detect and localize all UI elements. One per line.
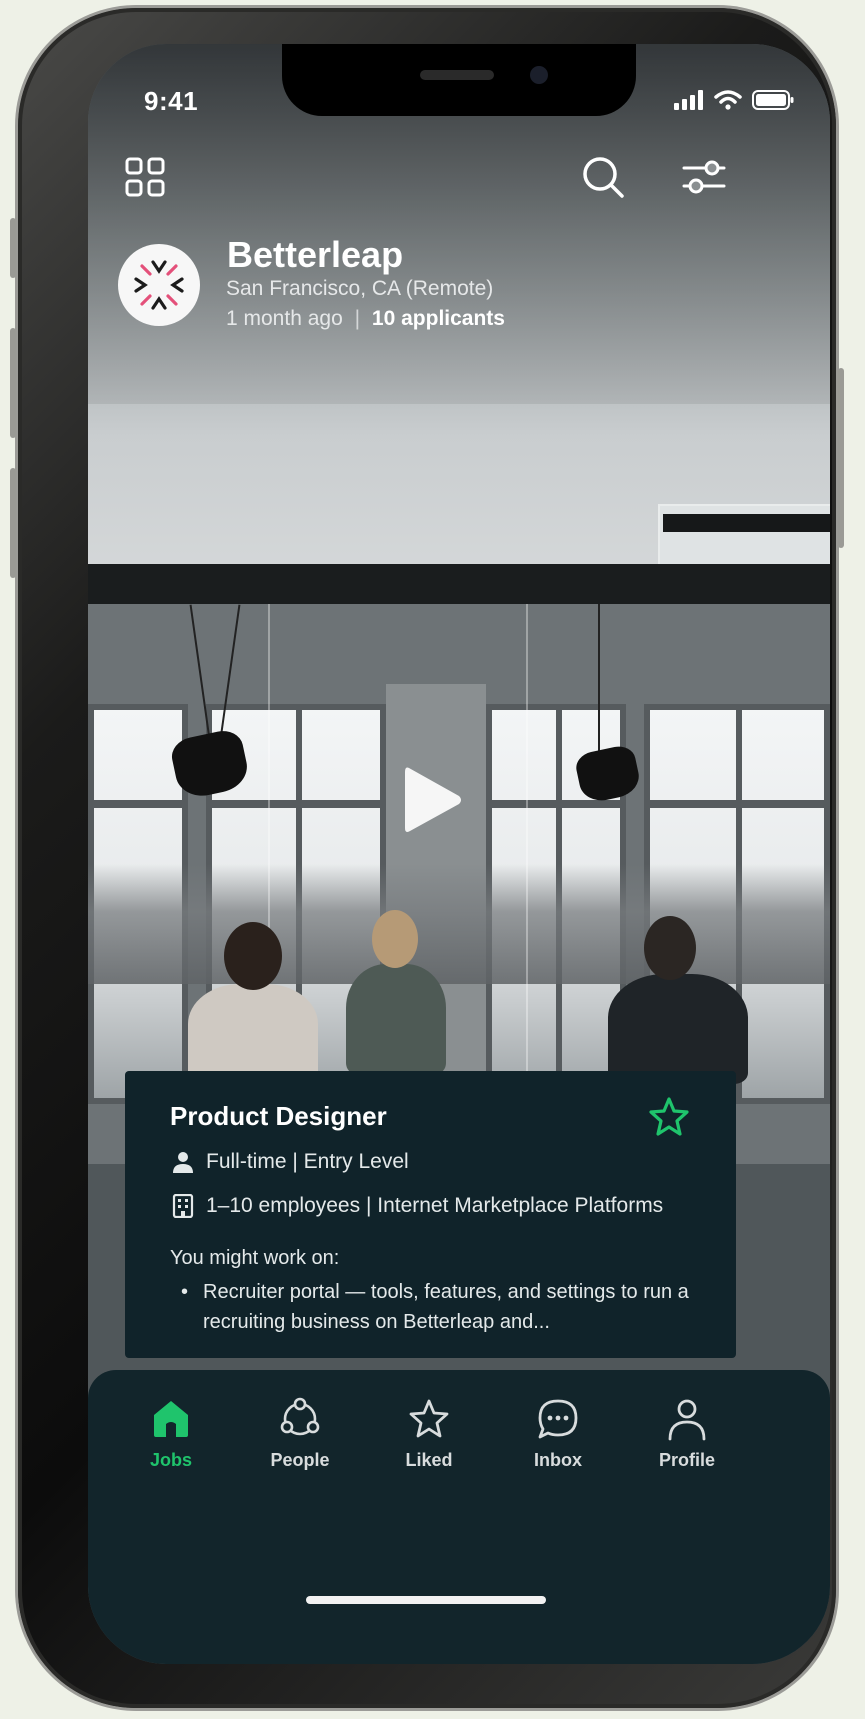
window-transom: [94, 800, 182, 808]
phone-frame: 9:41 Betterleap San Francisco, CA (Remot…: [10, 8, 844, 1708]
home-indicator[interactable]: [306, 1596, 546, 1604]
employment-type: Full-time | Entry Level: [206, 1150, 409, 1173]
tab-bar: Jobs People Liked Inbox Profile: [88, 1370, 830, 1664]
tab-label: Inbox: [534, 1450, 582, 1470]
profile-icon: [668, 1399, 706, 1441]
power-button: [838, 368, 844, 548]
wifi-icon: [714, 90, 742, 110]
city-view: [88, 864, 830, 984]
tab-inbox[interactable]: Inbox: [498, 1396, 618, 1471]
person-head: [372, 910, 418, 968]
screen: 9:41 Betterleap San Francisco, CA (Remot…: [88, 44, 830, 1664]
tab-profile[interactable]: Profile: [627, 1396, 747, 1471]
tab-label: Liked: [405, 1450, 453, 1470]
job-title: Product Designer: [170, 1101, 387, 1131]
job-card[interactable]: Product Designer Full-time | Entry Level: [125, 1071, 736, 1358]
company-size-industry: 1–10 employees | Internet Marketplace Pl…: [206, 1194, 664, 1217]
play-video-button[interactable]: [403, 764, 463, 841]
person: [188, 984, 318, 1084]
signal-icon: [674, 90, 703, 110]
window-transom: [212, 800, 380, 808]
status-time: 9:41: [144, 86, 199, 116]
window-transom: [650, 800, 824, 808]
person: [346, 964, 446, 1074]
star-icon: [649, 1097, 689, 1136]
glass-partition: [526, 604, 528, 1074]
volume-down-button: [10, 468, 16, 578]
list-bullet: •: [181, 1281, 189, 1303]
star-icon: [409, 1399, 449, 1438]
meta-separator: |: [354, 307, 361, 330]
applicant-count: 10 applicants: [371, 307, 505, 330]
company-info-row: 1–10 employees | Internet Marketplace Pl…: [170, 1193, 663, 1219]
search-icon: [583, 157, 624, 198]
grid-icon: [125, 157, 165, 197]
work-item-text: Recruiter portal — tools, features, and …: [203, 1281, 689, 1333]
home-icon: [154, 1401, 188, 1437]
tab-jobs[interactable]: Jobs: [111, 1396, 231, 1471]
work-on-label: You might work on:: [170, 1247, 340, 1269]
menu-grid-button[interactable]: [124, 156, 166, 198]
tab-label: Profile: [658, 1450, 715, 1470]
employment-type-row: Full-time | Entry Level: [170, 1149, 409, 1175]
search-button[interactable]: [580, 154, 626, 200]
person: [608, 974, 748, 1084]
speaker: [420, 70, 494, 80]
person-icon: [170, 1149, 196, 1175]
like-job-button[interactable]: [647, 1095, 691, 1144]
ceiling-beam: [88, 564, 830, 604]
person-head: [644, 916, 696, 980]
lamp-wire: [598, 604, 600, 774]
company-logo[interactable]: [118, 244, 200, 326]
notch: [282, 44, 636, 116]
volume-up-button: [10, 328, 16, 438]
company-name[interactable]: Betterleap: [227, 234, 403, 276]
betterleap-logo-icon: [134, 260, 184, 310]
tab-label: Jobs: [149, 1450, 192, 1470]
posting-meta: 1 month ago | 10 applicants: [226, 307, 505, 331]
status-icons: [674, 90, 794, 110]
front-camera: [530, 66, 548, 84]
chat-icon: [538, 1399, 578, 1439]
mute-switch: [10, 218, 16, 278]
posted-time: 1 month ago: [226, 307, 343, 330]
filter-button[interactable]: [682, 156, 726, 200]
company-location: San Francisco, CA (Remote): [226, 277, 494, 300]
battery-icon: [752, 90, 794, 110]
play-icon: [405, 767, 461, 832]
tab-label: People: [270, 1450, 330, 1470]
window-transom: [492, 800, 620, 808]
ceiling-light: [663, 514, 830, 532]
tab-people[interactable]: People: [240, 1396, 360, 1471]
sliders-icon: [682, 160, 726, 194]
people-icon: [280, 1397, 320, 1436]
person-head: [224, 922, 282, 990]
building-icon: [170, 1193, 196, 1219]
tab-liked[interactable]: Liked: [369, 1396, 489, 1471]
